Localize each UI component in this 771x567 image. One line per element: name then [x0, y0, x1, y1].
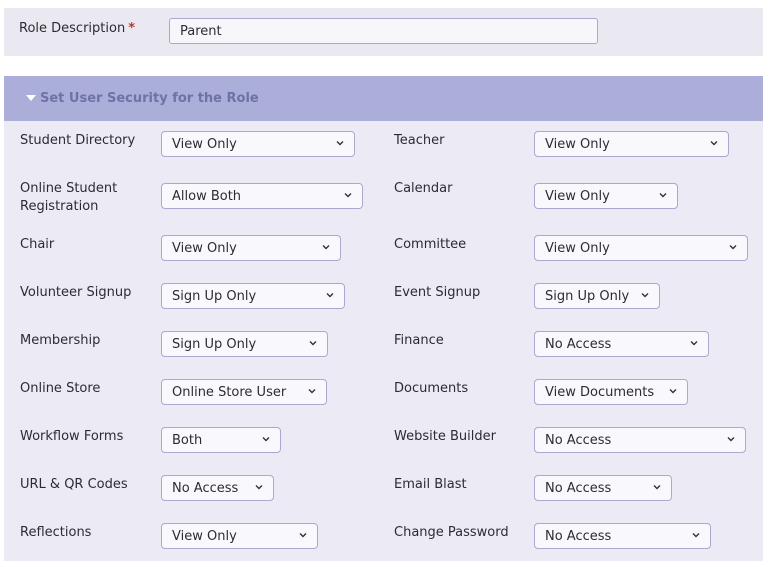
permission-label-documents: Documents: [394, 381, 469, 396]
permission-label-teacher: Teacher: [394, 133, 445, 148]
role-description-label-text: Role Description: [19, 21, 126, 36]
select-value: Online Store User: [172, 385, 287, 400]
select-value: No Access: [545, 529, 612, 544]
select-value: View Only: [545, 137, 610, 152]
select-value: Sign Up Only: [172, 337, 257, 352]
chevron-down-icon: [653, 485, 661, 490]
chevron-down-icon: [690, 341, 698, 346]
permission-label-volunteer-signup: Volunteer Signup: [20, 285, 132, 300]
chevron-down-icon: [322, 245, 330, 250]
caret-down-icon: [26, 95, 36, 101]
role-description-panel: Role Description *: [4, 8, 763, 56]
permission-label-change-password: Change Password: [394, 525, 509, 540]
permission-label-chair: Chair: [20, 237, 55, 252]
permission-select-committee[interactable]: View Only: [534, 235, 748, 261]
permission-select-documents[interactable]: View Documents: [534, 379, 688, 405]
chevron-down-icon: [669, 389, 677, 394]
select-value: View Documents: [545, 385, 655, 400]
permission-select-chair[interactable]: View Only: [161, 235, 341, 261]
chevron-down-icon: [344, 193, 352, 198]
required-marker: *: [128, 21, 135, 36]
permission-label-reflections: Reflections: [20, 525, 92, 540]
select-value: Both: [172, 433, 203, 448]
select-value: No Access: [545, 481, 612, 496]
select-value: No Access: [172, 481, 239, 496]
chevron-down-icon: [641, 293, 649, 298]
select-value: View Only: [545, 189, 610, 204]
permission-label-website-builder: Website Builder: [394, 429, 496, 444]
permission-label-online-student-registration: Online Student Registration: [20, 181, 118, 214]
chevron-down-icon: [309, 341, 317, 346]
permission-label-workflow-forms: Workflow Forms: [20, 429, 124, 444]
select-value: Sign Up Only: [172, 289, 257, 304]
chevron-down-icon: [710, 141, 718, 146]
chevron-down-icon: [308, 389, 316, 394]
permission-select-website-builder[interactable]: No Access: [534, 427, 746, 453]
permission-select-calendar[interactable]: View Only: [534, 183, 678, 209]
select-value: Allow Both: [172, 189, 242, 204]
section-title: Set User Security for the Role: [40, 91, 259, 106]
select-value: View Only: [172, 529, 237, 544]
chevron-down-icon: [326, 293, 334, 298]
chevron-down-icon: [659, 193, 667, 198]
chevron-down-icon: [692, 533, 700, 538]
permission-select-url-qr-codes[interactable]: No Access: [161, 475, 274, 501]
permission-label-online-store: Online Store: [20, 381, 101, 396]
permission-label-url-qr-codes: URL & QR Codes: [20, 477, 128, 492]
permission-label-student-directory: Student Directory: [20, 133, 136, 148]
permission-select-student-directory[interactable]: View Only: [161, 131, 355, 157]
permission-select-volunteer-signup[interactable]: Sign Up Only: [161, 283, 345, 309]
select-value: View Only: [545, 241, 610, 256]
chevron-down-icon: [255, 485, 263, 490]
permission-label-committee: Committee: [394, 237, 467, 252]
select-value: View Only: [172, 137, 237, 152]
permission-label-calendar: Calendar: [394, 181, 453, 196]
permission-select-event-signup[interactable]: Sign Up Only: [534, 283, 660, 309]
permission-select-finance[interactable]: No Access: [534, 331, 709, 357]
security-section-header[interactable]: Set User Security for the Role: [4, 76, 763, 121]
role-description-input[interactable]: [169, 18, 598, 44]
chevron-down-icon: [727, 437, 735, 442]
permission-select-online-store[interactable]: Online Store User: [161, 379, 327, 405]
permission-label-email-blast: Email Blast: [394, 477, 467, 492]
select-value: Sign Up Only: [545, 289, 630, 304]
chevron-down-icon: [262, 437, 270, 442]
permission-select-online-student-registration[interactable]: Allow Both: [161, 183, 363, 209]
chevron-down-icon: [729, 245, 737, 250]
permission-select-reflections[interactable]: View Only: [161, 523, 318, 549]
permission-select-email-blast[interactable]: No Access: [534, 475, 672, 501]
permission-label-membership: Membership: [20, 333, 101, 348]
select-value: No Access: [545, 337, 612, 352]
permission-select-workflow-forms[interactable]: Both: [161, 427, 281, 453]
permission-select-teacher[interactable]: View Only: [534, 131, 729, 157]
permission-label-event-signup: Event Signup: [394, 285, 481, 300]
role-description-label: Role Description *: [19, 21, 135, 36]
chevron-down-icon: [299, 533, 307, 538]
permission-select-membership[interactable]: Sign Up Only: [161, 331, 328, 357]
permission-select-change-password[interactable]: No Access: [534, 523, 711, 549]
permission-label-finance: Finance: [394, 333, 444, 348]
chevron-down-icon: [336, 141, 344, 146]
select-value: No Access: [545, 433, 612, 448]
security-permissions-grid: Student Directory View Only Teacher View…: [4, 121, 763, 561]
select-value: View Only: [172, 241, 237, 256]
